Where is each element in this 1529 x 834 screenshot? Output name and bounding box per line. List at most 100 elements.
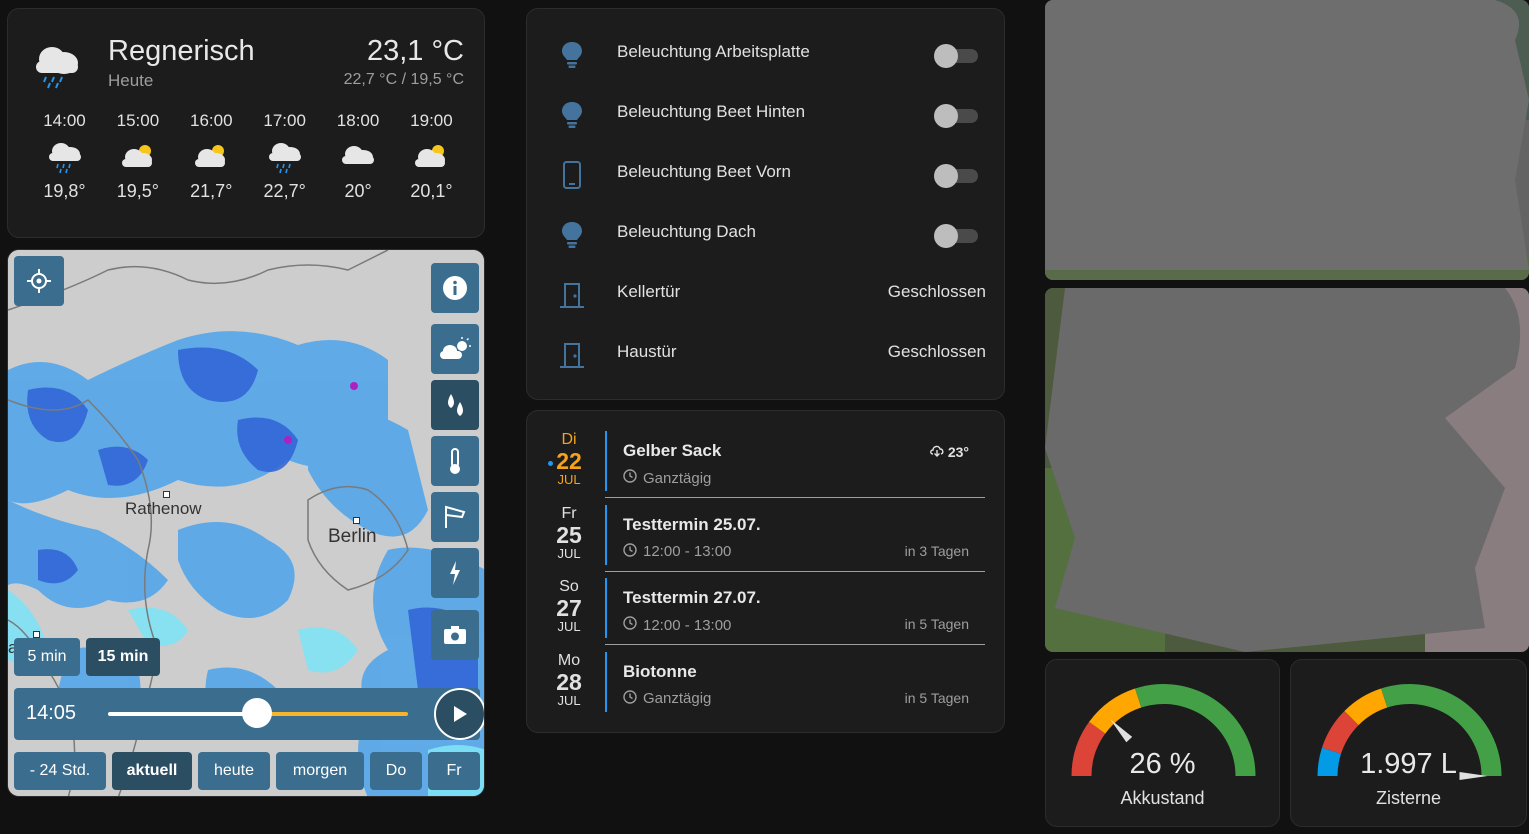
event-title[interactable]: Biotonne [623,662,697,682]
forecast-temperature: 21,7° [190,181,233,201]
calendar-event[interactable]: Fr 25 JUL Testtermin 25.07. 12:00 - 13:00 in … [547,504,985,578]
rain-radar-card[interactable]: Rathenow Berlin agdeburg [7,249,485,797]
cloud-rain-icon [248,133,321,181]
crosshair-icon [27,269,51,293]
forecast-hour: 18:00 20° [322,109,395,202]
entity-name[interactable]: Beleuchtung Dach [617,222,756,242]
temperature-layer-icon [450,448,460,474]
entity-toggle[interactable] [934,104,980,128]
lightbulb-icon[interactable] [557,220,587,250]
toggle-knob [934,44,958,68]
event-divider [605,651,607,712]
play-icon [454,706,467,722]
radar-timeline[interactable]: 14:05 [14,688,484,740]
event-date: So 27 JUL [547,578,591,634]
range-today-button[interactable]: heute [198,752,270,790]
interval-15min-button[interactable]: 15 min [86,638,160,676]
calendar-event[interactable]: So 27 JUL Testtermin 27.07. 12:00 - 13:00 in … [547,578,985,651]
entity-name[interactable]: Beleuchtung Arbeitsplatte [617,42,810,62]
entity-toggle[interactable] [934,44,980,68]
weather-layer-button[interactable] [431,324,479,374]
event-weekday: Mo [557,651,581,669]
event-weather: 23° [929,443,969,460]
forecast-hour: 14:00 19,8° [28,109,101,202]
event-time-text: 12:00 - 13:00 [643,616,732,634]
battery-gauge-card[interactable]: 26 % Akkustand [1045,659,1280,827]
entity-name[interactable]: Haustür [617,342,677,362]
cloud-rain-icon [28,133,101,181]
toggle-knob [934,224,958,248]
range-24h-button[interactable]: - 24 Std. [14,752,106,790]
city-marker [163,491,170,498]
event-title[interactable]: Testtermin 25.07. [623,515,761,535]
entity-row-beleuchtung-beet-vorn[interactable]: Beleuchtung Beet Vorn [527,144,1006,204]
camera-feed-2[interactable] [1045,288,1529,652]
entity-toggle[interactable] [934,164,980,188]
weather-forecast-card[interactable]: Regnerisch Heute 23,1 °C 22,7 °C / 19,5 … [7,8,485,238]
lightning-layer-button[interactable] [431,548,479,598]
entity-name[interactable]: Kellertür [617,282,680,302]
locate-button[interactable] [14,256,64,306]
event-relative-time: in 3 Tagen [904,542,969,559]
event-date: Di 22 JUL [547,431,591,487]
calendar-event[interactable]: Mo 28 JUL Biotonne Ganztägig in 5 Tagen [547,651,985,725]
entity-name[interactable]: Beleuchtung Beet Vorn [617,162,791,182]
lightbulb-icon[interactable] [557,100,587,130]
camera-feed-1[interactable] [1045,0,1529,280]
clock-icon [623,542,637,561]
door-icon[interactable] [557,280,587,310]
entity-row-beleuchtung-arbeitsplatte[interactable]: Beleuchtung Arbeitsplatte [527,24,1006,84]
event-time: 12:00 - 13:00 [623,542,731,561]
entity-row-beleuchtung-beet-hinten[interactable]: Beleuchtung Beet Hinten [527,84,1006,144]
event-weather-temp: 23° [947,443,969,460]
event-title[interactable]: Gelber Sack [623,441,721,461]
event-title[interactable]: Testtermin 27.07. [623,588,761,608]
forecast-time: 18:00 [336,111,380,130]
info-icon [443,276,467,300]
range-current-button[interactable]: aktuell [112,752,192,790]
lightbulb-icon[interactable] [557,40,587,70]
event-divider [605,431,607,491]
wind-layer-button[interactable] [431,492,479,542]
calendar-card: Di 22 JUL Gelber Sack Ganztägig 23° Fr 25 JUL Tes… [526,410,1005,733]
event-weekday: Di [561,431,577,448]
slider-track-past[interactable] [108,712,258,716]
forecast-hour: 15:00 19,5° [101,109,174,202]
event-time: Ganztägig [623,469,711,487]
range-thursday-button[interactable]: Do [370,752,422,790]
lightning-layer-icon [450,561,460,585]
slider-track-future[interactable] [258,712,408,716]
forecast-time: 19:00 [410,111,453,130]
cloud-download-icon [929,443,945,460]
camera-icon [444,626,466,644]
door-icon[interactable] [557,340,587,370]
range-friday-button[interactable]: Fr [428,752,480,790]
range-tomorrow-button[interactable]: morgen [276,752,364,790]
gauge-value: 1.997 L [1360,748,1457,780]
entity-row-beleuchtung-dach[interactable]: Beleuchtung Dach [527,204,1006,264]
temperature-layer-button[interactable] [431,436,479,486]
calendar-event[interactable]: Di 22 JUL Gelber Sack Ganztägig 23° [547,431,985,504]
play-button[interactable] [434,688,484,740]
event-day: 27 [556,595,582,621]
entity-toggle[interactable] [934,224,980,248]
cistern-gauge-card[interactable]: 1.997 L Zisterne [1290,659,1527,827]
tablet-icon[interactable] [557,160,587,190]
forecast-temperature: 22,7° [263,181,306,201]
slider-handle[interactable] [242,698,272,728]
rain-layer-button[interactable] [431,380,479,430]
entity-row-kellertür[interactable]: Kellertür Geschlossen [527,264,1006,324]
entity-row-haustür[interactable]: Haustür Geschlossen [527,324,1006,384]
interval-5min-button[interactable]: 5 min [14,638,80,676]
info-button[interactable] [431,263,479,313]
entity-name[interactable]: Beleuchtung Beet Hinten [617,102,805,122]
camera-button[interactable] [431,610,479,660]
event-divider [605,578,607,638]
radar-time: 14:05 [26,702,77,724]
forecast-hour: 19:00 20,1° [395,109,468,202]
gauge-label: Akkustand [1120,788,1205,808]
clock-icon [623,616,637,634]
event-date: Fr 25 JUL [547,505,591,561]
forecast-time: 15:00 [116,111,160,130]
city-marker [353,517,360,524]
